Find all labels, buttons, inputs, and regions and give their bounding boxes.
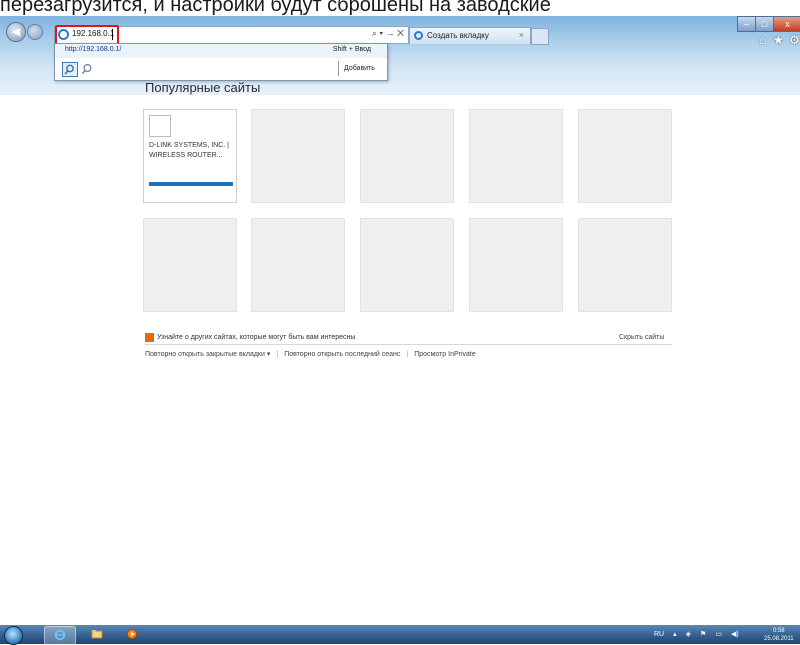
site-favicon (149, 115, 171, 137)
search-providers-row: Добавить (55, 59, 387, 79)
site-tile[interactable]: D-LINK SYSTEMS, INC. | WIRELESS ROUTER..… (143, 109, 237, 203)
maximize-button[interactable]: □ (755, 16, 774, 32)
home-icon[interactable]: ⌂ (759, 33, 766, 47)
site-usage-bar (149, 182, 233, 186)
empty-tile[interactable] (360, 109, 454, 203)
address-bar[interactable]: 192.168.0.1 ⌕ ▾ → ✕ (54, 25, 409, 47)
separator: | (276, 351, 279, 358)
close-button[interactable]: x (773, 16, 800, 32)
text-caret (112, 29, 113, 40)
network-icon[interactable]: ◈ (686, 631, 691, 638)
empty-tile[interactable] (578, 218, 672, 312)
site-name: D-LINK SYSTEMS, INC. | WIRELESS ROUTER..… (149, 142, 229, 159)
clock-time: 0:58 (772, 628, 785, 634)
suggestion-row[interactable]: http://192.168.0.1/ Shift + Ввод (55, 44, 387, 58)
divider (145, 344, 672, 345)
address-input[interactable]: 192.168.0.1 (72, 29, 114, 38)
tab-close-icon[interactable]: × (519, 30, 524, 40)
system-tray: RU ▴ ◈ ⚑ ▭ ◀) (654, 630, 748, 638)
folder-icon (91, 630, 103, 639)
address-controls[interactable]: ⌕ ▾ → ✕ (372, 28, 404, 39)
reopen-closed-tabs-link[interactable]: Повторно открыть закрытые вкладки ▾ (145, 351, 270, 358)
shortcut-hint: Shift + Ввод (332, 46, 371, 53)
suggestion-url[interactable]: http://192.168.0.1/ (65, 46, 121, 53)
action-center-icon[interactable]: ⚑ (700, 631, 706, 638)
address-dropdown: http://192.168.0.1/ Shift + Ввод Добавит… (54, 43, 388, 81)
empty-tile[interactable] (251, 109, 345, 203)
suggested-sites-icon (145, 333, 154, 342)
display-icon[interactable]: ▭ (715, 631, 722, 638)
empty-tile[interactable] (360, 218, 454, 312)
session-links: Повторно открыть закрытые вкладки ▾ | Повт… (145, 350, 476, 358)
empty-tile[interactable] (469, 218, 563, 312)
arrow-left-icon: ◀ (11, 26, 21, 38)
caption-text: перезагрузится, и настройки будут сброше… (0, 0, 551, 16)
separator: | (406, 351, 409, 358)
taskbar-media-button[interactable] (117, 626, 147, 643)
tools-icon[interactable]: ⚙ (789, 33, 800, 47)
hide-sites-link[interactable]: Скрыть сайты (619, 334, 664, 341)
inprivate-link[interactable]: Просмотр InPrivate (414, 351, 476, 358)
search-icon[interactable] (81, 62, 93, 80)
empty-tile[interactable] (143, 218, 237, 312)
favorites-icon[interactable]: ★ (773, 33, 784, 47)
show-hidden-icons[interactable]: ▴ (673, 631, 677, 638)
suggested-sites-link[interactable]: Узнайте о других сайтах, которые могут б… (157, 334, 355, 341)
tab-new-tab[interactable]: Создать вкладку × (409, 27, 531, 44)
new-tab-button[interactable] (531, 28, 549, 45)
volume-icon[interactable]: ◀) (731, 631, 739, 638)
language-indicator[interactable]: RU (654, 631, 664, 638)
ie-icon (54, 629, 66, 641)
empty-tile[interactable] (251, 218, 345, 312)
divider (338, 61, 339, 76)
ie-tab-icon (414, 31, 423, 40)
add-provider-button[interactable]: Добавить (344, 65, 375, 72)
media-player-icon (126, 628, 138, 640)
reopen-last-session-link[interactable]: Повторно открыть последний сеанс (284, 351, 400, 358)
empty-tile[interactable] (469, 109, 563, 203)
taskbar-explorer-button[interactable] (82, 626, 112, 643)
search-provider-icon[interactable] (62, 62, 78, 77)
empty-tile[interactable] (578, 109, 672, 203)
back-button[interactable]: ◀ (6, 22, 26, 42)
minimize-button[interactable]: – (737, 16, 756, 32)
taskbar-ie-button[interactable] (44, 626, 76, 645)
clock[interactable]: 0:58 25.08.2011 (764, 627, 794, 643)
page-title: Популярные сайты (145, 80, 261, 95)
forward-button[interactable] (27, 24, 43, 40)
taskbar: RU ▴ ◈ ⚑ ▭ ◀) 0:58 25.08.2011 (0, 625, 800, 645)
tab-label: Создать вкладку (427, 31, 489, 40)
clock-date: 25.08.2011 (764, 636, 794, 642)
start-button[interactable] (4, 626, 23, 645)
